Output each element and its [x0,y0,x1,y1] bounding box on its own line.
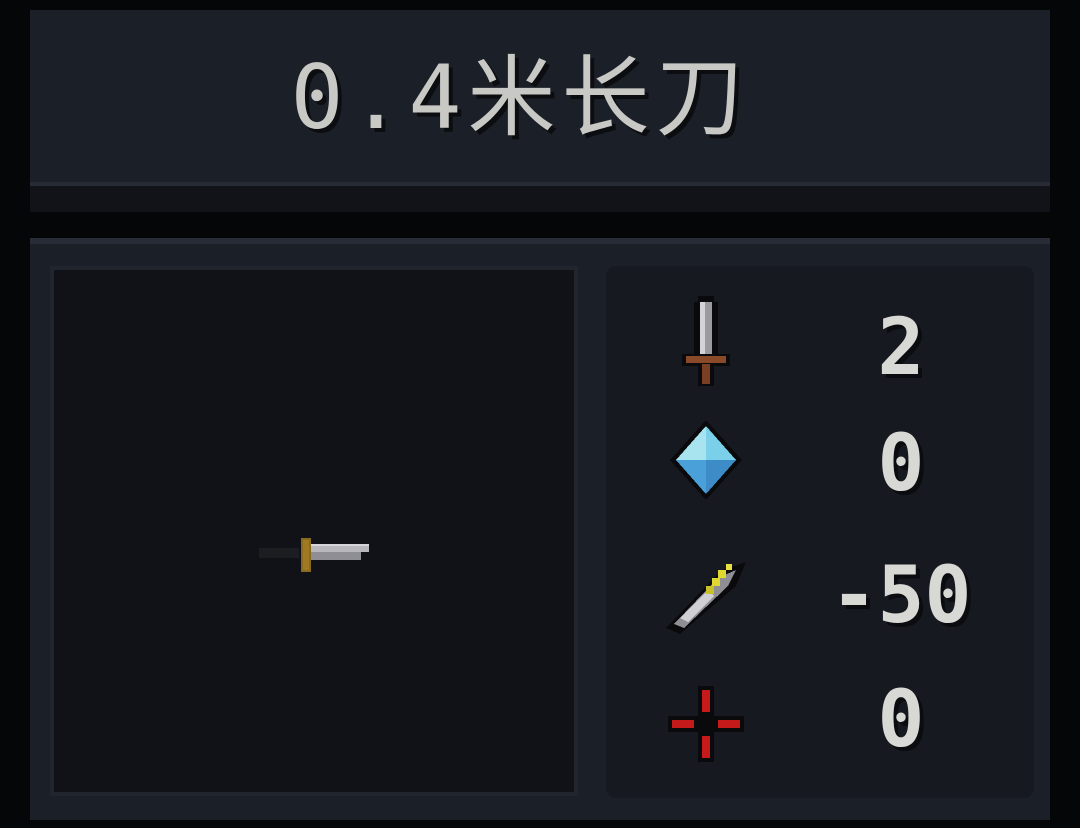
title-banner: 0.4米长刀 [30,10,1050,212]
crosshair-icon [666,680,746,762]
weapon-details-panel: 2 0 -50 0 [30,238,1050,820]
title-divider [30,186,1050,212]
stat-value-speed: -50 [830,551,972,641]
stat-row-attack: 2 [606,296,1034,398]
stat-row-energy: 0 [606,414,1034,514]
stats-panel: 2 0 -50 0 [606,266,1034,798]
stat-value-energy: 0 [877,419,925,509]
stat-row-critical: 0 [606,670,1034,770]
crystal-icon [666,420,746,504]
sword-icon [666,296,746,388]
stat-row-speed: -50 [606,546,1034,646]
weapon-info-window: 0.4米长刀 2 0 -50 0 [0,0,1080,828]
feather-icon [666,556,746,636]
stat-value-critical: 0 [877,675,925,765]
stat-value-attack: 2 [877,303,925,393]
weapon-name: 0.4米长刀 [290,46,750,149]
knife-icon [259,532,379,586]
weapon-preview [50,266,578,796]
